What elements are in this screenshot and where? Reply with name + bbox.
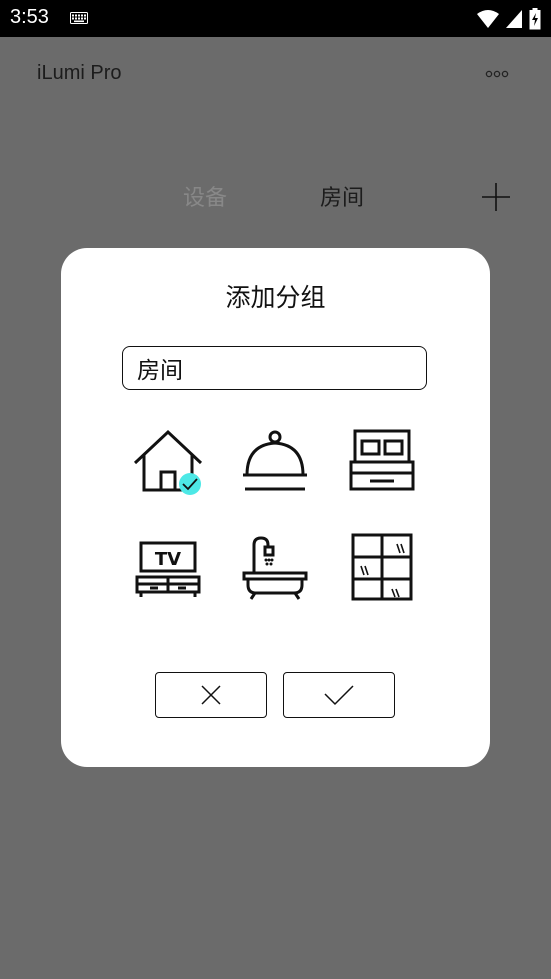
status-bar: 3:53 [0, 0, 551, 37]
bathtub-icon[interactable] [235, 533, 315, 613]
app-title: iLumi Pro [37, 62, 122, 84]
check-icon [324, 685, 354, 706]
group-name-value: 房间 [137, 358, 183, 384]
tab-bar: 设备 房间 [0, 180, 551, 216]
bed-icon[interactable] [342, 425, 422, 505]
keyboard-icon [70, 12, 88, 24]
battery-icon [529, 8, 541, 30]
group-name-input[interactable]: 房间 [122, 346, 427, 390]
add-group-dialog: 添加分组 房间 TV [61, 248, 490, 767]
wifi-icon [477, 10, 499, 28]
bookshelf-icon[interactable] [342, 533, 422, 613]
house-icon[interactable] [128, 425, 208, 505]
tab-devices[interactable]: 设备 [183, 180, 227, 212]
dining-cloche-icon[interactable] [235, 425, 315, 505]
tv-cabinet-icon[interactable]: TV [128, 533, 208, 613]
status-time: 3:53 [10, 6, 49, 28]
more-options-icon[interactable] [484, 66, 512, 82]
tab-rooms[interactable]: 房间 [320, 180, 364, 212]
svg-text:TV: TV [155, 549, 181, 570]
dialog-title: 添加分组 [225, 283, 326, 312]
cancel-button[interactable] [155, 672, 267, 718]
close-icon [201, 685, 221, 705]
confirm-button[interactable] [283, 672, 395, 718]
signal-icon [506, 10, 522, 28]
add-icon[interactable] [480, 181, 512, 213]
